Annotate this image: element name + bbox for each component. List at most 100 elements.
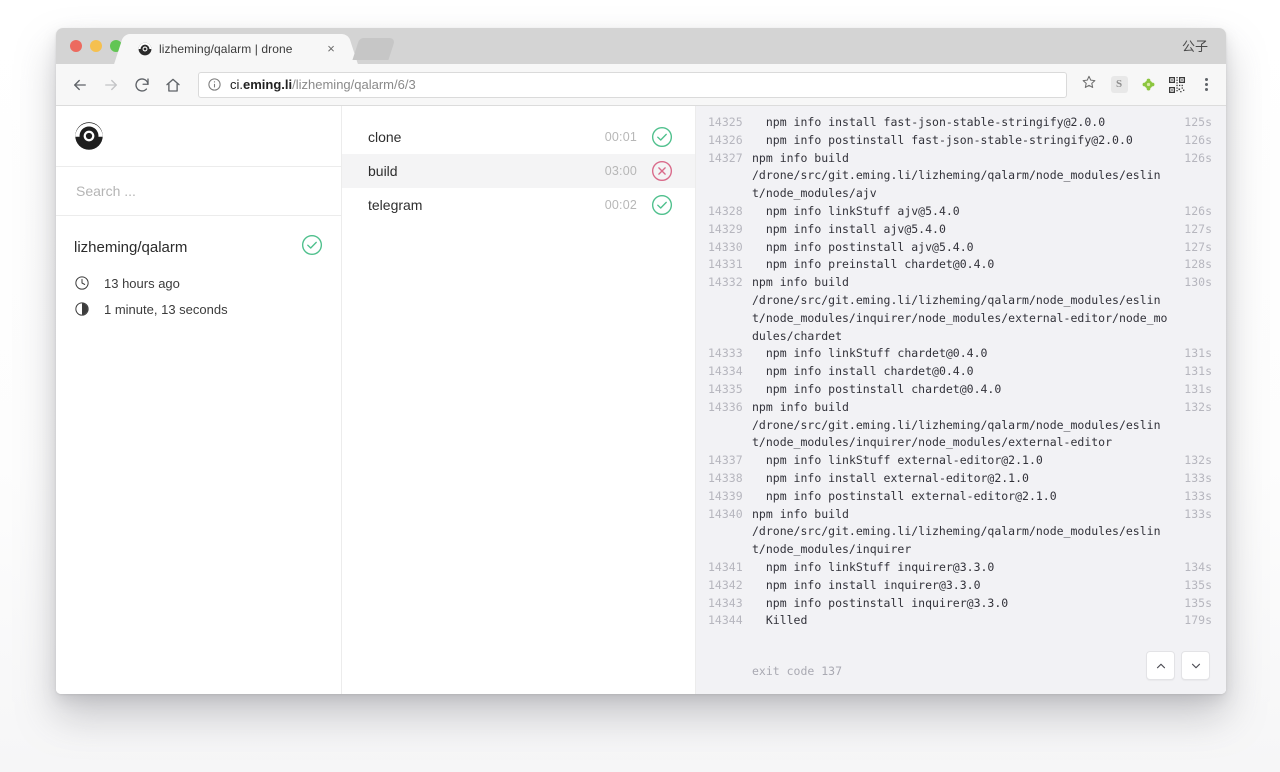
drone-logo-icon[interactable]	[74, 121, 104, 151]
drone-favicon-icon	[138, 42, 152, 56]
app-content: lizheming/qalarm	[56, 106, 1226, 694]
close-tab-button[interactable]: ×	[324, 42, 338, 56]
log-line-number: 14332	[708, 275, 743, 290]
build-step-name: telegram	[368, 197, 423, 213]
log-line: 14342 npm info install inquirer@3.3.0 135…	[696, 577, 1226, 595]
chevron-up-icon[interactable]	[1146, 651, 1175, 680]
new-tab-button[interactable]	[352, 38, 396, 60]
back-arrow-icon[interactable]	[66, 71, 94, 99]
log-line-number: 14343	[708, 595, 743, 610]
log-line: 14332 npm info build /drone/src/git.eming…	[696, 274, 1226, 345]
qr-code-icon[interactable]	[1166, 74, 1188, 96]
log-line-message: npm info postinstall external-editor@2.1…	[752, 488, 1057, 503]
repo-header[interactable]: lizheming/qalarm	[74, 234, 323, 261]
leaf-icon[interactable]	[1137, 74, 1159, 96]
log-line: 14330 npm info postinstall ajv@5.4.0 127s	[696, 239, 1226, 257]
log-line-duration: 133s	[1184, 506, 1212, 521]
app-sidebar: lizheming/qalarm	[56, 106, 342, 694]
forward-arrow-icon	[97, 71, 125, 99]
extension-s-icon[interactable]: S	[1108, 74, 1130, 96]
log-scroll-controls	[1146, 651, 1210, 680]
log-line-message: npm info build /drone/src/git.eming.li/l…	[752, 399, 1161, 450]
log-line-number: 14338	[708, 470, 743, 485]
log-line-duration: 133s	[1184, 488, 1212, 503]
log-line-message: npm info postinstall chardet@0.4.0	[752, 381, 1002, 396]
build-step-status-success	[651, 126, 673, 148]
log-line-duration: 131s	[1184, 381, 1212, 396]
home-icon[interactable]	[159, 71, 187, 99]
log-line-duration: 132s	[1184, 453, 1212, 468]
build-steps-list: clone 00:01 build 03:00 telegram 00:02	[342, 106, 696, 694]
log-line: 14343 npm info postinstall inquirer@3.3.…	[696, 595, 1226, 613]
repo-meta-time: 13 hours ago	[74, 275, 323, 291]
reload-icon[interactable]	[128, 71, 156, 99]
log-line: 14344 Killed 179s	[696, 612, 1226, 630]
browser-profile-name[interactable]: 公子	[1182, 36, 1208, 55]
build-log-console[interactable]: 14325 npm info install fast-json-stable-…	[696, 106, 1226, 694]
browser-tab[interactable]: lizheming/qalarm | drone ×	[126, 34, 346, 64]
bookmark-star-icon[interactable]	[1081, 74, 1101, 95]
repo-summary: lizheming/qalarm 13 hours ago 1 minute, …	[56, 216, 341, 327]
url-host-prefix: ci.	[230, 77, 243, 92]
build-step-duration: 00:02	[604, 198, 637, 212]
log-line: 14334 npm info install chardet@0.4.0 131s	[696, 363, 1226, 381]
build-step-duration: 00:01	[604, 130, 637, 144]
log-line: 14339 npm info postinstall external-edit…	[696, 488, 1226, 506]
log-line-duration: 128s	[1184, 257, 1212, 272]
minimize-window-button[interactable]	[90, 40, 102, 52]
close-window-button[interactable]	[70, 40, 82, 52]
log-line-duration: 131s	[1184, 346, 1212, 361]
log-line-message: npm info linkStuff chardet@0.4.0	[752, 346, 988, 361]
chevron-down-icon[interactable]	[1181, 651, 1210, 680]
log-line: 14333 npm info linkStuff chardet@0.4.0 13…	[696, 345, 1226, 363]
log-line-number: 14334	[708, 364, 743, 379]
log-line: 14331 npm info preinstall chardet@0.4.0 1…	[696, 256, 1226, 274]
address-bar[interactable]: ci.eming.li/lizheming/qalarm/6/3	[198, 71, 1067, 98]
log-line-message: npm info postinstall fast-json-stable-st…	[752, 132, 1133, 147]
log-line-duration: 126s	[1184, 132, 1212, 147]
build-step-status-failure	[651, 160, 673, 182]
log-line-duration: 125s	[1184, 115, 1212, 129]
sidebar-search[interactable]	[56, 167, 341, 216]
log-line-number: 14340	[708, 506, 743, 521]
build-step-status-success	[651, 194, 673, 216]
log-line-duration: 127s	[1184, 239, 1212, 254]
build-step-telegram[interactable]: telegram 00:02	[342, 188, 695, 222]
log-line-message: npm info linkStuff external-editor@2.1.0	[752, 453, 1043, 468]
log-line-message: npm info install ajv@5.4.0	[752, 221, 946, 236]
log-line: 14341 npm info linkStuff inquirer@3.3.0 1…	[696, 559, 1226, 577]
build-step-build[interactable]: build 03:00	[342, 154, 695, 188]
log-line-number: 14328	[708, 203, 743, 218]
repo-meta-duration: 1 minute, 13 seconds	[74, 301, 323, 317]
log-line-number: 14339	[708, 488, 743, 503]
duration-icon	[74, 301, 90, 317]
kebab-menu-icon[interactable]	[1196, 78, 1216, 91]
log-line-number: 14333	[708, 346, 743, 361]
log-line-number: 14327	[708, 150, 743, 165]
repo-meta-time-label: 13 hours ago	[104, 275, 180, 291]
log-line-message: npm info install fast-json-stable-string…	[752, 115, 1106, 129]
url-host-domain: eming.li	[243, 77, 293, 92]
log-line-duration: 135s	[1184, 595, 1212, 610]
log-line-number: 14337	[708, 453, 743, 468]
repo-name: lizheming/qalarm	[74, 239, 188, 256]
log-line-message: npm info install chardet@0.4.0	[752, 364, 974, 379]
log-line-message: npm info postinstall ajv@5.4.0	[752, 239, 974, 254]
search-input[interactable]	[74, 182, 323, 200]
log-line-duration: 130s	[1184, 275, 1212, 290]
log-line-number: 14336	[708, 399, 743, 414]
repo-status-badge	[301, 234, 323, 261]
build-step-clone[interactable]: clone 00:01	[342, 120, 695, 154]
info-circle-icon[interactable]	[207, 77, 222, 92]
page-root: lizheming/qalarm | drone × 公子 ci.eming.l…	[0, 0, 1280, 772]
log-line-duration: 135s	[1184, 577, 1212, 592]
log-line-message: npm info install external-editor@2.1.0	[752, 470, 1029, 485]
log-line-duration: 179s	[1184, 613, 1212, 628]
log-line-message: npm info build /drone/src/git.eming.li/l…	[752, 275, 1168, 343]
log-line: 14335 npm info postinstall chardet@0.4.0…	[696, 381, 1226, 399]
log-line-number: 14341	[708, 559, 743, 574]
log-line-number: 14342	[708, 577, 743, 592]
log-line-message: npm info postinstall inquirer@3.3.0	[752, 595, 1009, 610]
log-line: 14326 npm info postinstall fast-json-sta…	[696, 132, 1226, 150]
log-line-number: 14329	[708, 221, 743, 236]
